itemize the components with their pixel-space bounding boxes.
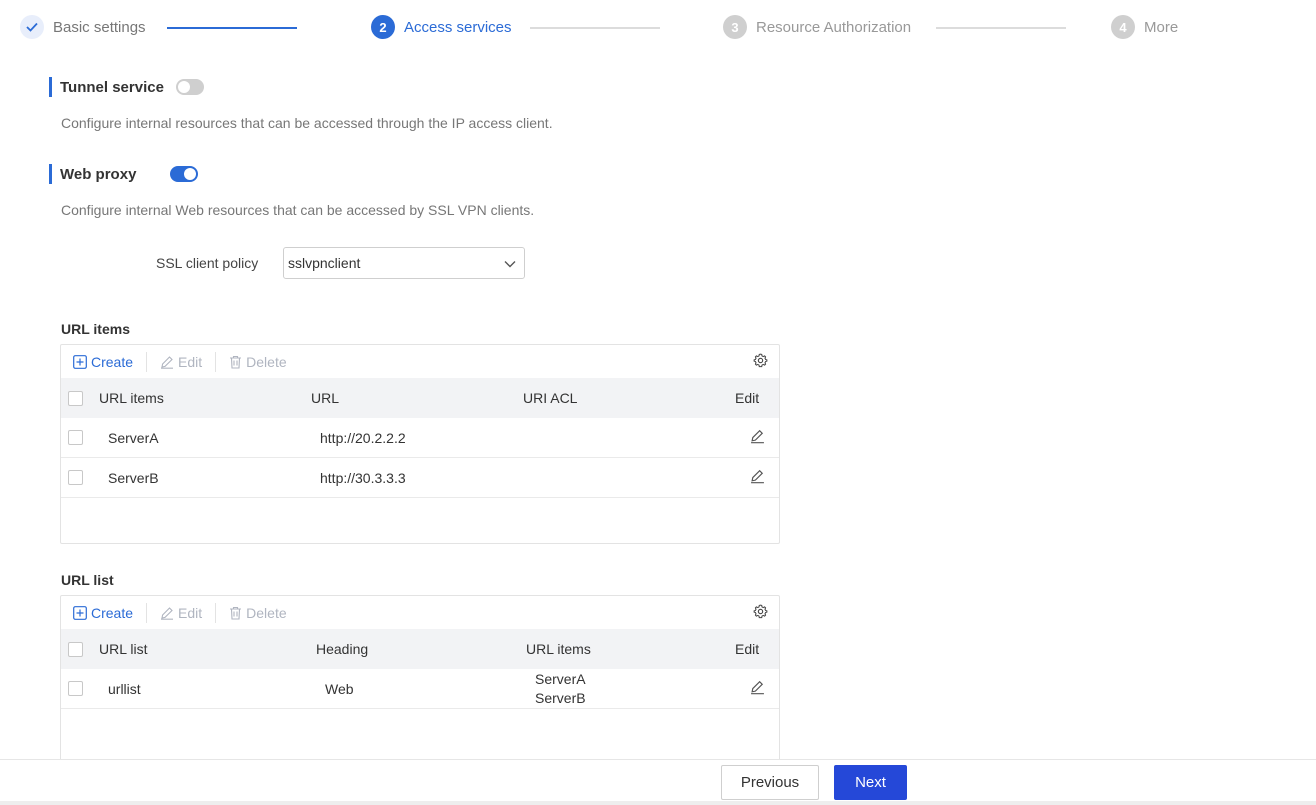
tunnel-service-description: Configure internal resources that can be… [61,115,553,131]
check-icon [20,15,44,39]
url-list-items: ServerA ServerB [535,670,586,708]
step-more[interactable]: 4 More [1111,15,1178,39]
url-list-item: ServerA [535,670,586,687]
ssl-client-policy-value: sslvpnclient [288,255,361,271]
column-header: URL items [99,390,164,406]
url-list-table-header: URL list Heading URL items Edit [61,629,779,669]
url-item-url: http://30.3.3.3 [320,469,406,486]
row-edit-icon[interactable] [750,429,765,447]
step-label: Basic settings [53,18,146,36]
column-header: URI ACL [523,390,578,406]
next-button[interactable]: Next [834,765,907,800]
table-row[interactable]: ServerA http://20.2.2.2 [61,418,779,458]
toolbar-divider [146,602,148,623]
ssl-client-policy-label: SSL client policy [156,255,259,271]
url-list-title: URL list [61,572,114,588]
table-row[interactable]: ServerB http://30.3.3.3 [61,458,779,498]
table-row[interactable]: urllist Web ServerA ServerB [61,669,779,709]
url-list-edit-button[interactable]: Edit [160,605,202,621]
url-item-name: ServerB [108,469,159,486]
url-list-toolbar: Create Edit Delete [61,596,779,629]
step-access-services[interactable]: 2 Access services [371,15,512,39]
column-header: Edit [735,390,760,406]
tunnel-service-header: Tunnel service [49,77,204,97]
column-header: URL items [526,641,591,657]
pencil-icon [161,606,174,620]
ssl-client-policy-select[interactable]: sslvpnclient [283,247,525,279]
wizard-footer: Previous Next [0,759,1316,805]
step-number: 2 [371,15,395,39]
trash-icon [230,606,242,620]
url-items-panel: Create Edit Delete URL items URL URI ACL… [60,344,780,544]
url-items-edit-button[interactable]: Edit [160,354,202,370]
row-edit-icon[interactable] [750,680,765,698]
step-number: 3 [723,15,747,39]
url-items-title: URL items [61,321,130,337]
footer-strip [0,801,1316,805]
column-header: Edit [735,641,760,657]
column-header: URL list [99,641,148,657]
wizard-stepper: Basic settings 2 Access services 3 Resou… [0,0,1316,56]
step-connector [936,27,1066,29]
step-resource-authorization[interactable]: 3 Resource Authorization [723,15,911,39]
url-list-name: urllist [108,680,141,697]
trash-icon [230,355,242,369]
url-items-delete-button[interactable]: Delete [229,354,287,370]
row-checkbox[interactable] [68,681,83,696]
web-proxy-description: Configure internal Web resources that ca… [61,202,535,218]
web-proxy-header: Web proxy [49,164,199,184]
url-item-name: ServerA [108,429,159,446]
column-header: Heading [316,641,369,657]
previous-button[interactable]: Previous [721,765,819,800]
toolbar-divider [146,351,148,372]
select-all-checkbox[interactable] [68,641,83,657]
gear-icon[interactable] [753,353,768,373]
url-items-toolbar: Create Edit Delete [61,345,779,378]
row-checkbox[interactable] [68,470,83,485]
step-connector [167,27,297,29]
row-edit-icon[interactable] [750,469,765,487]
toolbar-divider [215,351,217,372]
step-label: More [1144,18,1179,36]
step-label: Access services [404,18,512,36]
chevron-down-icon [504,255,516,271]
url-list-delete-button[interactable]: Delete [229,605,287,621]
tunnel-service-toggle[interactable] [175,79,204,95]
row-checkbox[interactable] [68,430,83,445]
plus-square-icon [73,354,87,369]
step-connector [530,27,660,29]
tunnel-service-title: Tunnel service [60,78,164,96]
toolbar-divider [215,602,217,623]
step-number: 4 [1111,15,1135,39]
url-list-item: ServerB [535,689,586,706]
select-all-checkbox[interactable] [68,390,83,406]
url-list-heading: Web [325,680,354,697]
web-proxy-toggle[interactable] [170,166,199,182]
step-label: Resource Authorization [756,18,912,36]
gear-icon[interactable] [753,604,768,624]
url-items-table-header: URL items URL URI ACL Edit [61,378,779,418]
url-list-create-button[interactable]: Create [73,605,133,621]
url-list-panel: Create Edit Delete URL list Heading URL … [60,595,780,775]
pencil-icon [161,355,174,369]
web-proxy-title: Web proxy [60,165,137,183]
plus-square-icon [73,605,87,620]
column-header: URL [311,390,340,406]
url-item-url: http://20.2.2.2 [320,429,406,446]
step-basic-settings[interactable]: Basic settings [20,15,146,39]
url-items-create-button[interactable]: Create [73,354,133,370]
